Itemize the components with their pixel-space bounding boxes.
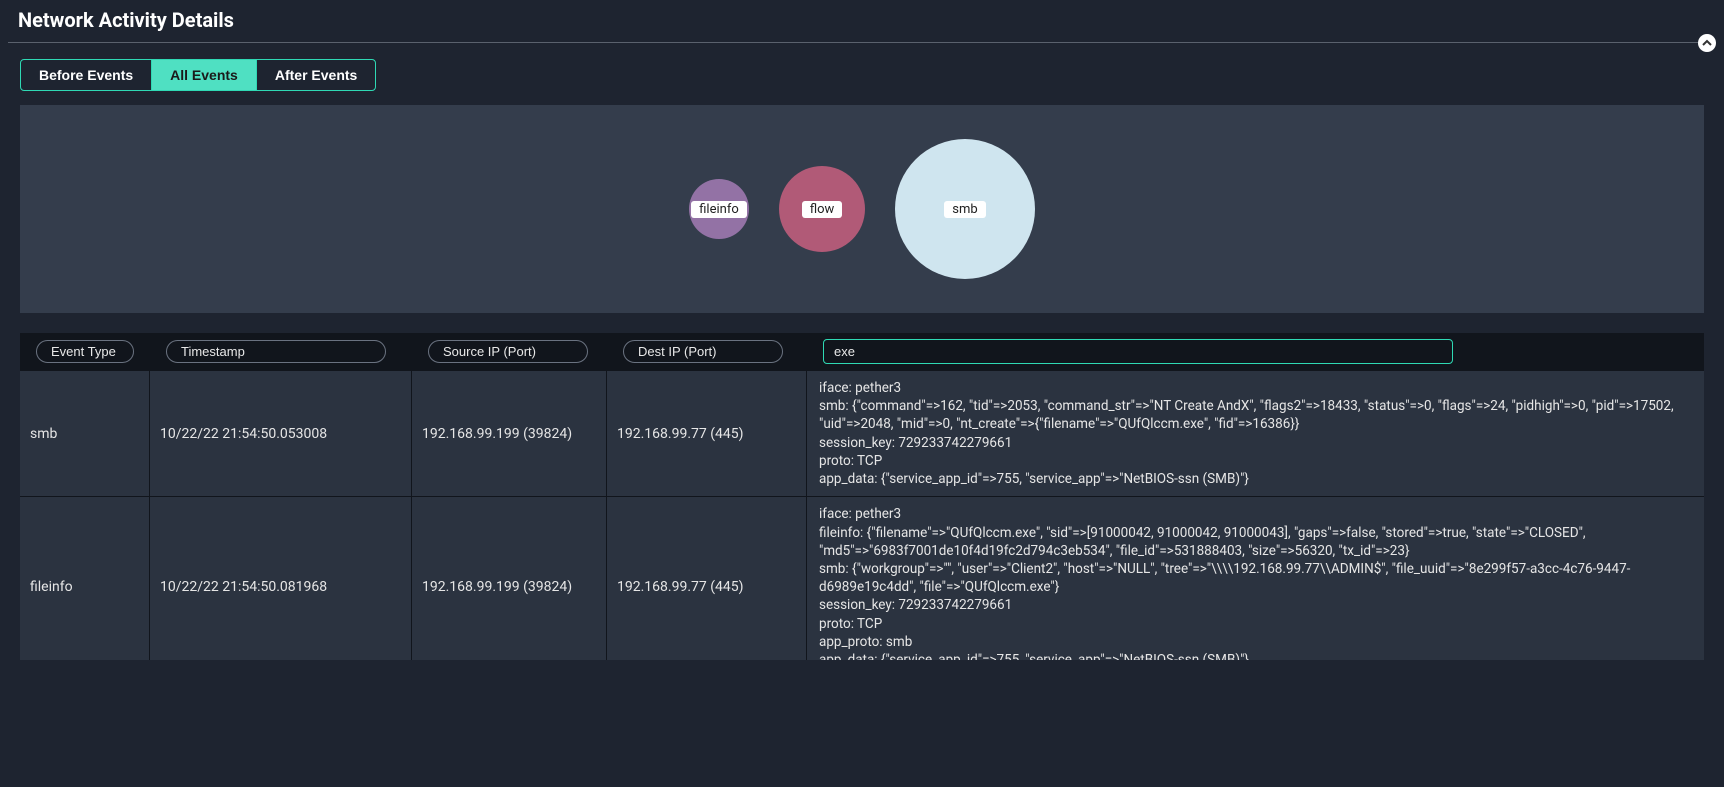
bubble-smb[interactable]: smb — [895, 139, 1035, 279]
cell-dest-ip: 192.168.99.77 (445) — [607, 371, 807, 496]
bubble-label: flow — [802, 201, 843, 218]
cell-event-type: smb — [20, 371, 150, 496]
page-title: Network Activity Details — [8, 0, 1716, 42]
cell-source-ip: 192.168.99.199 (39824) — [412, 497, 607, 660]
cell-dest-ip: 192.168.99.77 (445) — [607, 497, 807, 660]
table-row[interactable]: smb 10/22/22 21:54:50.053008 192.168.99.… — [20, 370, 1704, 496]
chevron-up-icon — [1702, 38, 1712, 48]
table-header-row — [20, 333, 1704, 370]
event-scope-tabs: Before Events All Events After Events — [20, 59, 376, 91]
filter-timestamp[interactable] — [166, 340, 386, 363]
cell-source-ip: 192.168.99.199 (39824) — [412, 371, 607, 496]
filter-dest-ip[interactable] — [623, 340, 783, 363]
bubble-label: fileinfo — [691, 201, 747, 218]
bubble-label: smb — [944, 201, 985, 218]
tab-after-events[interactable]: After Events — [256, 60, 375, 90]
bubble-flow[interactable]: flow — [779, 166, 865, 252]
tab-all-events[interactable]: All Events — [151, 60, 256, 90]
filter-event-type[interactable] — [36, 340, 134, 363]
table-row[interactable]: fileinfo 10/22/22 21:54:50.081968 192.16… — [20, 496, 1704, 660]
filter-source-ip[interactable] — [428, 340, 588, 363]
bubble-fileinfo[interactable]: fileinfo — [689, 179, 749, 239]
filter-details[interactable] — [823, 339, 1453, 364]
table-body[interactable]: smb 10/22/22 21:54:50.053008 192.168.99.… — [20, 370, 1704, 660]
cell-details: iface: pether3 fileinfo: {"filename"=>"Q… — [807, 497, 1704, 660]
cell-details: iface: pether3 smb: {"command"=>162, "ti… — [807, 371, 1704, 496]
collapse-panel-button[interactable] — [1698, 34, 1716, 52]
events-table: smb 10/22/22 21:54:50.053008 192.168.99.… — [20, 333, 1704, 660]
event-type-bubble-chart: fileinfo flow smb — [20, 105, 1704, 313]
tab-before-events[interactable]: Before Events — [21, 60, 151, 90]
cell-event-type: fileinfo — [20, 497, 150, 660]
title-divider — [8, 42, 1716, 43]
cell-timestamp: 10/22/22 21:54:50.053008 — [150, 371, 412, 496]
cell-timestamp: 10/22/22 21:54:50.081968 — [150, 497, 412, 660]
